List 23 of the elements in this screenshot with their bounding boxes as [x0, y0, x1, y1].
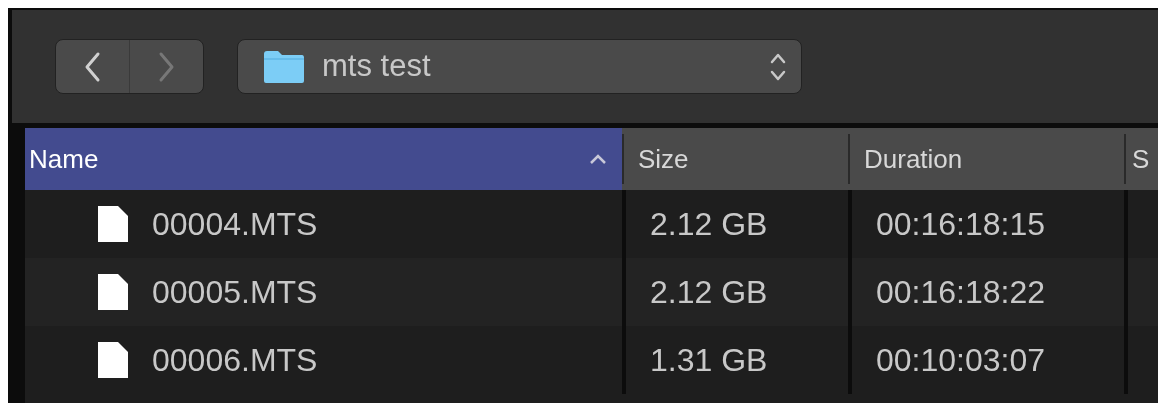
table-cell-text: 00:16:18:15 — [876, 205, 1046, 244]
document-icon — [97, 341, 129, 379]
column-header[interactable]: Size — [622, 128, 848, 190]
column-header[interactable]: S — [1124, 128, 1158, 190]
table-cell-text: 00:10:03:07 — [876, 341, 1046, 380]
file-name: 00006.MTS — [152, 341, 318, 380]
column-label: Duration — [864, 142, 964, 176]
document-icon — [97, 205, 129, 243]
table-cell-text: 2.12 GB — [650, 273, 768, 312]
table-cell-text: 00:16:18:22 — [876, 273, 1046, 312]
sort-caret-icon — [588, 153, 608, 165]
folder-icon — [262, 49, 306, 84]
column-header[interactable]: Duration — [848, 128, 1124, 190]
table-cell-text: 2.12 GB — [650, 205, 768, 244]
file-name: 00004.MTS — [152, 205, 318, 244]
table-cell-text: 1.31 GB — [650, 341, 768, 380]
column-label: Name — [29, 142, 100, 176]
folder-popup-button[interactable]: mts test — [237, 39, 802, 94]
column-label: Size — [638, 142, 690, 176]
document-icon — [97, 273, 129, 311]
column-label: S — [1132, 142, 1151, 176]
file-name: 00005.MTS — [152, 273, 318, 312]
column-header[interactable]: Name — [25, 128, 622, 190]
